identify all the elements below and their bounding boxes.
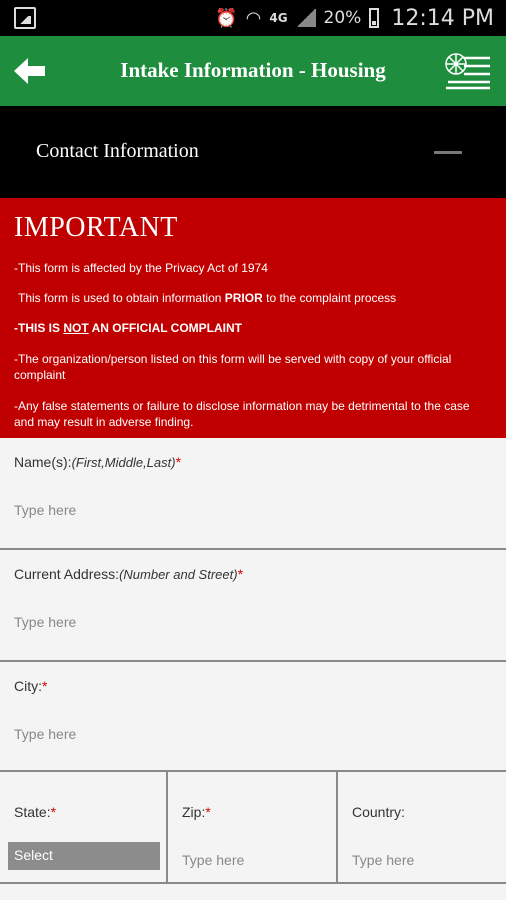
zip-input[interactable] bbox=[182, 852, 322, 868]
notice-text: to the complaint process bbox=[262, 291, 397, 305]
battery-icon bbox=[369, 8, 380, 28]
required-marker: * bbox=[175, 454, 182, 470]
notice-line-false-statements: -Any false statements or failure to disc… bbox=[14, 399, 470, 429]
address-label: Current Address:(Number and Street)* bbox=[14, 566, 243, 582]
required-marker: * bbox=[50, 804, 57, 820]
alarm-icon: ⏰ bbox=[215, 7, 238, 29]
important-notice: IMPORTANT -This form is affected by the … bbox=[0, 198, 506, 438]
section-title: Contact Information bbox=[36, 140, 199, 162]
notice-line-prior: This form is used to obtain information … bbox=[18, 290, 396, 306]
notice-line-privacy: -This form is affected by the Privacy Ac… bbox=[14, 261, 268, 275]
notice-line-not-official: -THIS IS NOT AN OFFICIAL COMPLAINT bbox=[14, 320, 242, 336]
battery-percent: 20% bbox=[323, 8, 362, 28]
status-bar: ⏰ ◠ 4G 20% 12:14 PM bbox=[0, 0, 506, 36]
notice-underlined: NOT bbox=[63, 321, 89, 335]
label-text: City: bbox=[14, 678, 42, 694]
gallery-icon bbox=[14, 7, 36, 29]
zip-label: Zip:* bbox=[182, 804, 211, 820]
wifi-icon: ◠ bbox=[245, 7, 262, 29]
state-field: State:* Select bbox=[0, 772, 168, 884]
network-type: 4G bbox=[269, 11, 288, 25]
label-text: Zip: bbox=[182, 804, 206, 820]
location-row: State:* Select Zip:* Country: bbox=[0, 772, 506, 884]
required-marker: * bbox=[42, 678, 48, 694]
label-text: Current Address: bbox=[14, 566, 120, 582]
menu-button[interactable] bbox=[442, 50, 494, 90]
label-hint: (Number and Street) bbox=[119, 567, 238, 582]
address-input[interactable] bbox=[14, 614, 484, 630]
zip-field: Zip:* bbox=[168, 772, 338, 884]
required-marker: * bbox=[205, 804, 211, 820]
signal-icon bbox=[295, 9, 316, 27]
label-text: Name(s): bbox=[14, 454, 72, 470]
contact-information-section[interactable]: Contact Information bbox=[0, 106, 506, 198]
notice-line-served: -The organization/person listed on this … bbox=[14, 352, 452, 382]
city-input[interactable] bbox=[14, 726, 484, 742]
page-title: Intake Information - Housing bbox=[120, 58, 386, 82]
status-icons: ⏰ ◠ 4G 20% 12:14 PM bbox=[215, 0, 494, 36]
important-heading: IMPORTANT bbox=[14, 212, 178, 243]
city-field: City:* bbox=[0, 662, 506, 772]
minus-icon[interactable] bbox=[430, 142, 466, 162]
app-bar: Intake Information - Housing bbox=[0, 36, 506, 106]
notice-text: This form is used to obtain information bbox=[18, 291, 225, 305]
label-text: State: bbox=[14, 804, 51, 820]
notice-bold: PRIOR bbox=[224, 291, 263, 305]
notice-text: AN OFFICIAL COMPLAINT bbox=[88, 321, 243, 335]
label-hint: (First,Middle,Last) bbox=[71, 455, 176, 470]
clock: 12:14 PM bbox=[391, 5, 494, 31]
required-marker: * bbox=[237, 566, 244, 582]
state-select[interactable]: Select bbox=[8, 842, 160, 870]
address-field: Current Address:(Number and Street)* bbox=[0, 550, 506, 662]
logo-menu-icon bbox=[445, 53, 490, 90]
name-label: Name(s):(First,Middle,Last)* bbox=[14, 454, 181, 470]
city-label: City:* bbox=[14, 678, 47, 694]
country-label: Country: bbox=[352, 804, 405, 820]
notice-text: -THIS IS bbox=[14, 321, 64, 335]
name-field: Name(s):(First,Middle,Last)* bbox=[0, 438, 506, 550]
name-input[interactable] bbox=[14, 502, 484, 518]
state-label: State:* bbox=[14, 804, 56, 820]
country-input[interactable] bbox=[352, 852, 492, 868]
country-field: Country: bbox=[338, 772, 506, 884]
